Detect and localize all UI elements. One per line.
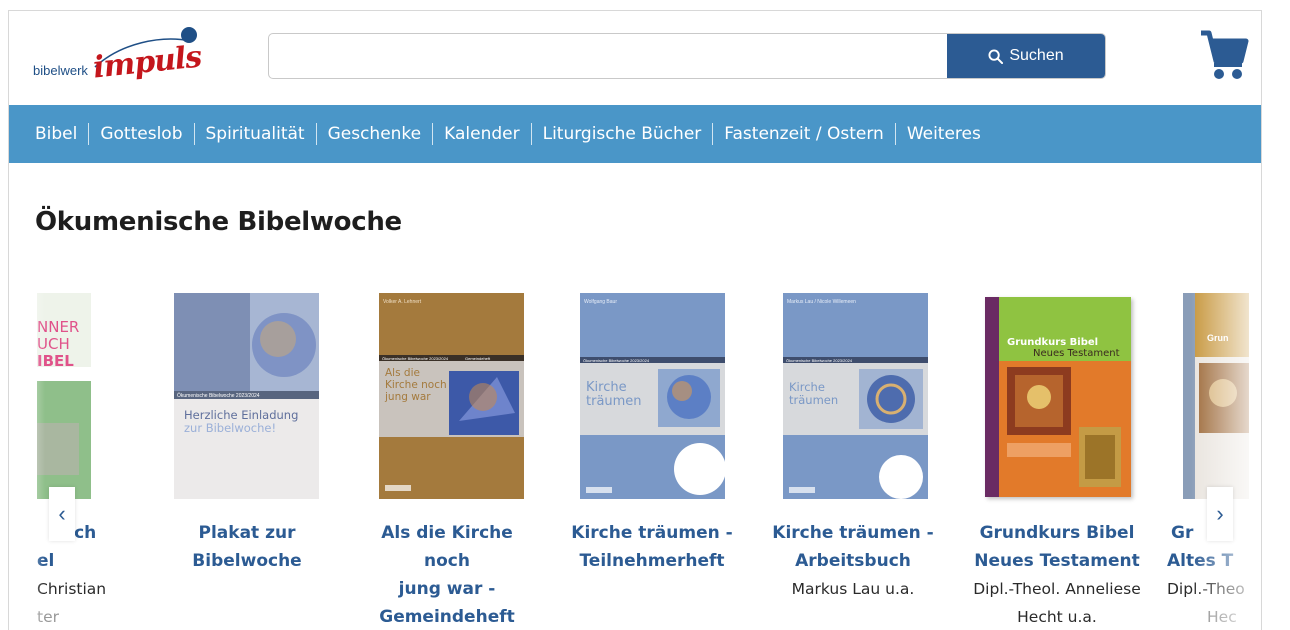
author-line: Dipl.-Theol. Anneliese (973, 580, 1141, 598)
product-title[interactable]: Kirche träumen - Teilnehmerheft (562, 519, 742, 575)
product-cover[interactable]: Markus Lau / Nicole Willemeen Ökumenisch… (783, 293, 928, 499)
product-author: Dipl.-Theo Hec (1167, 575, 1249, 630)
chevron-right-icon: › (1216, 501, 1224, 526)
cover-text: NNER UCH IBEL (37, 319, 79, 370)
nav-item-weiteres[interactable]: Weiteres (896, 123, 992, 145)
cover-series-right: Gemeindeheft (465, 356, 491, 361)
product-title[interactable]: Plakat zur Bibelwoche (157, 519, 337, 575)
product-title[interactable]: Kirche träumen - Arbeitsbuch (763, 519, 943, 575)
product-cover[interactable]: Wolfgang Baur Ökumenische Bibelwoche 202… (580, 293, 725, 499)
title-line: Grundkurs Bibel (979, 523, 1135, 543)
cover-text: Herzliche Einladung zur Bibelwoche! (184, 409, 314, 435)
title-line: Kirche träumen - (571, 523, 733, 543)
cover-art (985, 297, 1131, 497)
cover-line: Grundkurs Bibel (1007, 337, 1099, 348)
cover-text: Grundkurs Bibel Neues Testament (1007, 337, 1127, 359)
product-author: Dipl.-Theol. Anneliese Hecht u.a. (967, 575, 1147, 630)
logo[interactable]: bibelwerk impuls (31, 23, 203, 93)
logo-text: bibelwerk (33, 63, 88, 78)
cover-line: träumen (789, 393, 839, 407)
product-cover[interactable]: Ökumenische Bibelwoche 2023/2024 Herzlic… (174, 293, 319, 499)
author-line: Dipl.-Theo (1167, 580, 1245, 598)
product-cover[interactable]: NNER UCH IBEL (37, 293, 91, 499)
product-cover[interactable]: Volker A. Lehnert Ökumenische Bibelwoche… (379, 293, 524, 499)
cover-line: IBEL (37, 352, 74, 370)
cover-line: UCH (37, 335, 70, 353)
search-input[interactable] (269, 34, 947, 78)
cover-title: Grun (1207, 333, 1229, 343)
cover-author: Volker A. Lehnert (383, 299, 422, 305)
section-title: Ökumenische Bibelwoche (35, 207, 402, 237)
search-bar: Suchen (268, 33, 1106, 79)
cover-series: Ökumenische Bibelwoche 2023/2024 (786, 358, 853, 363)
cover-line: Neues Testament (1033, 348, 1120, 359)
chevron-left-icon: ‹ (58, 501, 66, 526)
cover-line: jung war (385, 391, 431, 403)
product-cover[interactable]: Grundkurs Bibel Neues Testament (985, 297, 1131, 497)
main-navigation: Bibel Gotteslob Spiritualität Geschenke … (9, 105, 1261, 163)
cover-line: träumen (586, 394, 642, 409)
author-line: Christian (37, 580, 107, 598)
title-line: el (37, 551, 55, 571)
title-line: Kirche träumen - (772, 523, 934, 543)
nav-item-kalender[interactable]: Kalender (433, 123, 532, 145)
cover-author: Wolfgang Baur (584, 299, 617, 305)
product-carousel: NNER UCH IBEL uch el Christian ter Ökume… (37, 281, 1249, 630)
cover-series: Ökumenische Bibelwoche 2023/2024 (177, 393, 260, 399)
title-line: Teilnehmerheft (579, 551, 725, 571)
cover-line: Als die (385, 367, 420, 379)
cover-line: Kirche noch (385, 379, 447, 391)
author-line: Hecht u.a. (1017, 608, 1097, 626)
page-frame: bibelwerk impuls Suchen Bibel Gotteslob … (8, 10, 1262, 630)
author-line: Markus Lau u.a. (791, 580, 915, 598)
cover-text: Kirche träumen (789, 381, 859, 407)
title-line: jung war - (398, 579, 496, 599)
cover-series: Ökumenische Bibelwoche 2023/2024 (583, 358, 650, 363)
cover-text: Kirche träumen (586, 381, 656, 409)
title-line: Neues Testament (974, 551, 1140, 571)
cover-author: Markus Lau / Nicole Willemeen (787, 299, 856, 305)
nav-item-gotteslob[interactable]: Gotteslob (89, 123, 195, 145)
search-icon (988, 48, 1004, 64)
carousel-next-button[interactable]: › (1207, 487, 1233, 541)
title-line: Arbeitsbuch (795, 551, 911, 571)
title-line: Bibelwoche (192, 551, 302, 571)
carousel-prev-button[interactable]: ‹ (49, 487, 75, 541)
nav-item-geschenke[interactable]: Geschenke (317, 123, 434, 145)
nav-item-bibel[interactable]: Bibel (27, 123, 90, 145)
nav-item-fastenzeit-ostern[interactable]: Fastenzeit / Ostern (713, 123, 896, 145)
cover-line: Kirche (586, 380, 627, 395)
cover-series: Ökumenische Bibelwoche 2023/2024 (382, 356, 449, 361)
product-cover[interactable]: Grun (1183, 293, 1249, 499)
cover-art (1183, 293, 1249, 499)
product-title[interactable]: Als die Kirche noch jung war - Gemeindeh… (357, 519, 537, 630)
cover-line: zur Bibelwoche! (184, 421, 277, 435)
search-button[interactable]: Suchen (947, 34, 1105, 78)
title-line: Plakat zur (198, 523, 296, 543)
search-button-label: Suchen (1009, 47, 1064, 64)
cart-icon[interactable] (1199, 29, 1249, 81)
author-line: ter (37, 608, 59, 626)
nav-item-liturgische-buecher[interactable]: Liturgische Bücher (532, 123, 714, 145)
title-line: Als die Kirche noch (381, 523, 513, 571)
product-author: Christian ter (37, 575, 127, 630)
product-title[interactable]: Grundkurs Bibel Neues Testament (967, 519, 1147, 575)
header: bibelwerk impuls Suchen (9, 11, 1261, 105)
cover-text: Als die Kirche noch jung war (385, 367, 455, 403)
cover-line: NNER (37, 318, 80, 336)
title-line: Altes T (1167, 551, 1234, 571)
nav-item-spiritualitaet[interactable]: Spiritualität (195, 123, 317, 145)
author-line: Hec (1207, 608, 1237, 626)
product-author: Markus Lau u.a. (763, 575, 943, 603)
title-line: Gemeindeheft (379, 607, 515, 627)
